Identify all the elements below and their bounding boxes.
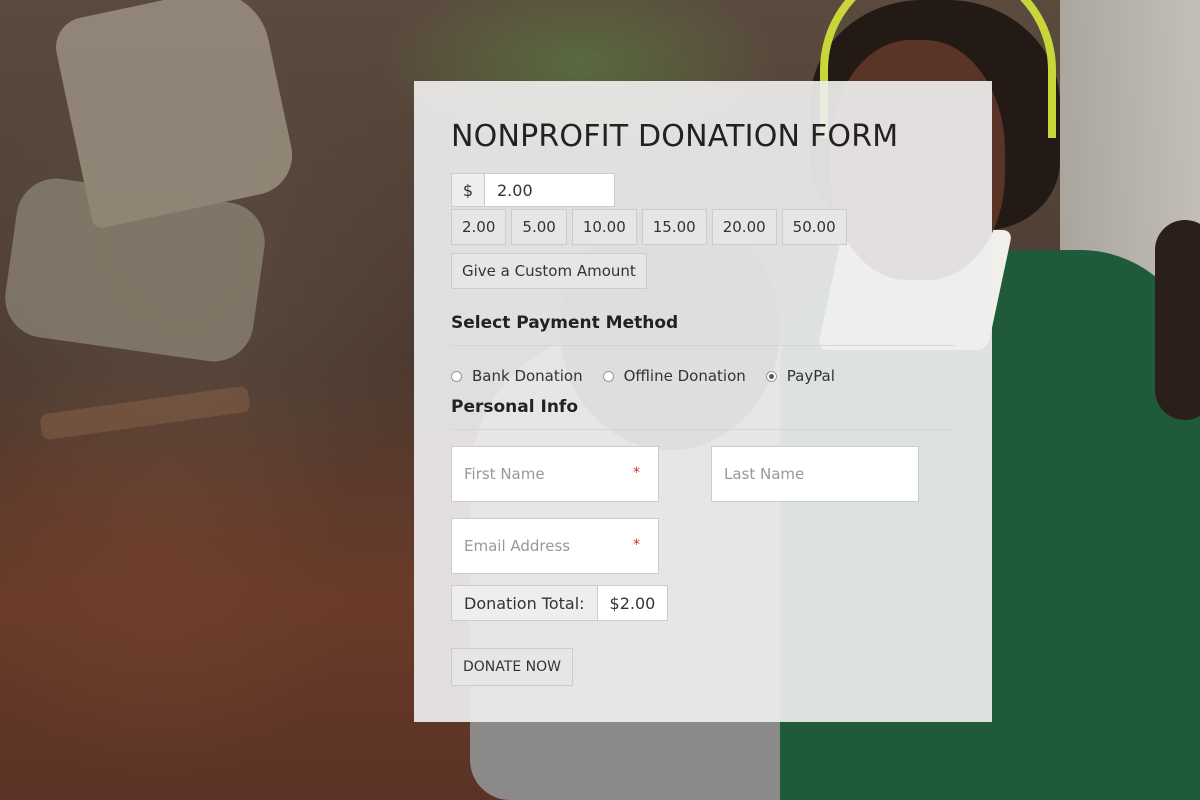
- payment-section-title: Select Payment Method: [451, 313, 679, 333]
- amount-input-group: $: [451, 173, 615, 207]
- amount-input[interactable]: [485, 173, 615, 207]
- radio-bank[interactable]: [451, 370, 462, 382]
- preset-amounts: 2.00 5.00 10.00 15.00 20.00 50.00: [451, 209, 847, 245]
- payment-option-label: Offline Donation: [623, 367, 746, 385]
- email-field: *: [451, 518, 659, 574]
- preset-button-50[interactable]: 50.00: [781, 209, 847, 245]
- radio-paypal[interactable]: [765, 370, 777, 382]
- form-title: NONPROFIT DONATION FORM: [451, 119, 899, 154]
- payment-method-options: Bank Donation Offline Donation PayPal: [451, 367, 855, 385]
- preset-button-5[interactable]: 5.00: [511, 209, 567, 245]
- preset-button-2[interactable]: 2.00: [451, 209, 507, 245]
- payment-divider: [451, 345, 955, 346]
- payment-option-label: Bank Donation: [472, 367, 583, 385]
- donation-total-value: $2.00: [597, 585, 669, 621]
- donate-now-button[interactable]: DONATE NOW: [451, 648, 573, 686]
- last-name-input[interactable]: [712, 447, 918, 501]
- radio-offline[interactable]: [602, 370, 614, 382]
- donation-total-label: Donation Total:: [451, 585, 598, 621]
- custom-amount-button[interactable]: Give a Custom Amount: [451, 253, 647, 289]
- preset-button-10[interactable]: 10.00: [571, 209, 637, 245]
- donation-form-card: NONPROFIT DONATION FORM $ 2.00 5.00 10.0…: [414, 81, 992, 722]
- payment-option-offline[interactable]: Offline Donation: [602, 367, 746, 385]
- required-marker: *: [633, 465, 640, 481]
- payment-option-label: PayPal: [786, 367, 835, 385]
- payment-option-bank[interactable]: Bank Donation: [451, 367, 583, 385]
- preset-button-15[interactable]: 15.00: [641, 209, 707, 245]
- first-name-field: *: [451, 446, 659, 502]
- personal-info-divider: [451, 429, 955, 430]
- required-marker: *: [633, 537, 640, 553]
- email-input[interactable]: [452, 519, 658, 573]
- personal-info-title: Personal Info: [451, 397, 578, 417]
- currency-addon: $: [451, 173, 485, 207]
- first-name-input[interactable]: [452, 447, 658, 501]
- last-name-field: [711, 446, 919, 502]
- preset-button-20[interactable]: 20.00: [711, 209, 777, 245]
- payment-option-paypal[interactable]: PayPal: [765, 367, 835, 385]
- donation-total: Donation Total: $2.00: [451, 585, 669, 621]
